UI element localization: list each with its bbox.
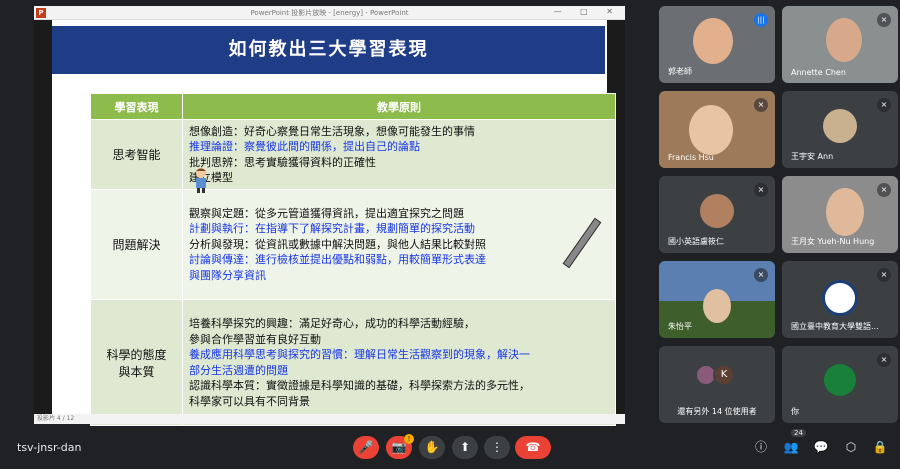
mic-off-icon: 🎤 <box>358 440 374 454</box>
mic-off-icon: ⨯ <box>877 98 891 112</box>
row-content: 觀察與定題：從多元管道獲得資訊，提出適宜探究之問題 計劃與執行：在指導下了解探究… <box>182 189 616 300</box>
participant-avatar-initial: K <box>713 364 735 386</box>
row-label-text: 科學的態度與本質 <box>106 347 167 379</box>
participant-avatar <box>700 194 734 228</box>
hand-icon: ✋ <box>424 440 440 454</box>
self-tile[interactable]: ⨯ 你 <box>782 346 898 423</box>
window-controls[interactable]: — □ ✕ <box>554 7 621 16</box>
content-line: 認識科學本質：實徵證據是科學知識的基礎，科學探索方法的多元性， <box>189 379 530 392</box>
participant-video <box>693 18 733 64</box>
table-header: 教學原則 <box>182 93 616 120</box>
content-line: 討論與傳達：進行檢核並提出優點和弱點，用較簡單形式表達 <box>189 253 486 267</box>
ppt-titlebar: P PowerPoint 投影片放映 - [energy] - PowerPoi… <box>34 6 625 20</box>
mic-off-icon: ⨯ <box>877 13 891 27</box>
participant-name: 王宇安 Ann <box>791 152 834 161</box>
table-row: 問題解決 觀察與定題：從多元管道獲得資訊，提出適宜探究之問題 計劃與執行：在指導… <box>90 189 616 300</box>
participant-name: 你 <box>791 407 799 416</box>
meeting-info-icon[interactable]: ⓘ <box>753 439 769 455</box>
leave-call-button[interactable]: ☎ <box>515 436 551 459</box>
participant-tile[interactable]: ||| 郭老師 <box>659 6 775 83</box>
more-participants-tile[interactable]: K 還有另外 14 位使用者 <box>659 346 775 423</box>
content-line: 觀察與定題：從多元管道獲得資訊，提出適宜探究之問題 <box>189 206 464 220</box>
content-line: 計劃與執行：在指導下了解探究計畫，規劃簡單的探究活動 <box>189 222 475 236</box>
university-logo-icon <box>822 280 858 316</box>
more-avatars: K <box>695 364 735 386</box>
content-line: 想像創造：好奇心察覺日常生活現象，想像可能發生的事情 <box>189 124 475 138</box>
mic-off-icon: ⨯ <box>877 268 891 282</box>
ppt-window-title: PowerPoint 投影片放映 - [energy] - PowerPoint <box>250 9 409 17</box>
meeting-code: tsv-jnsr-dan <box>17 441 82 454</box>
row-label: 科學的態度與本質 <box>90 299 183 426</box>
mic-off-icon: ⨯ <box>754 98 768 112</box>
participant-tile[interactable]: ⨯ 王宇安 Ann <box>782 91 898 168</box>
more-options-button[interactable]: ⋮ <box>484 436 510 459</box>
participant-tile[interactable]: ⨯ Francis Hsu <box>659 91 775 168</box>
participant-tile[interactable]: ⨯ 國立臺中教育大學雙語... <box>782 261 898 338</box>
slide-border-left <box>34 20 52 414</box>
table-header: 學習表現 <box>90 93 183 120</box>
participant-name: 郭老師 <box>668 67 692 76</box>
participant-count-badge: 24 <box>791 429 806 437</box>
activities-icon[interactable]: ⬡ <box>843 439 859 455</box>
raise-hand-button[interactable]: ✋ <box>419 436 445 459</box>
people-icon[interactable]: 👥 <box>783 439 799 455</box>
participant-name: 王月女 Yueh-Nu Hung <box>791 237 875 246</box>
participant-tile[interactable]: ⨯ 朱怡平 <box>659 261 775 338</box>
content-line: 分析與發現：從資訊或數據中解決問題，與他人結果比較對照 <box>189 237 486 251</box>
child-clipart-icon <box>196 168 206 193</box>
ppt-status-bar: 投影片 4 / 12 <box>34 414 625 424</box>
participant-tile[interactable]: ⨯ 國小英語盧筱仁 <box>659 176 775 253</box>
participant-video <box>826 18 862 62</box>
participant-video <box>826 188 864 236</box>
row-label: 問題解決 <box>90 189 183 300</box>
slide: 如何教出三大學習表現 學習表現 教學原則 思考智能 想像創造：好奇心察覺日常生活… <box>34 20 625 426</box>
mic-off-icon: ⨯ <box>877 183 891 197</box>
mic-off-icon: ⨯ <box>754 183 768 197</box>
learning-table: 學習表現 教學原則 思考智能 想像創造：好奇心察覺日常生活現象，想像可能發生的事… <box>90 93 616 426</box>
content-line: 養成應用科學思考與探究的習慣：理解日常生活觀察到的現象，解決一 <box>189 348 530 361</box>
participant-name: 朱怡平 <box>668 322 692 331</box>
alert-badge: ! <box>404 434 414 444</box>
chat-icon[interactable]: 💬 <box>813 439 829 455</box>
participant-tile[interactable]: ⨯ 王月女 Yueh-Nu Hung <box>782 176 898 253</box>
participant-video <box>689 105 733 155</box>
participant-video <box>703 289 731 323</box>
table-row: 科學的態度與本質 培養科學探究的興趣：滿足好奇心，成功的科學活動經驗， 參與合作… <box>90 299 616 426</box>
participant-name: Annette Chen <box>791 68 846 77</box>
table-row: 思考智能 想像創造：好奇心察覺日常生活現象，想像可能發生的事情 推理論證：察覺彼… <box>90 119 616 190</box>
speaking-icon: ||| <box>754 13 768 27</box>
row-label: 思考智能 <box>90 119 183 190</box>
participant-name: 國立臺中教育大學雙語... <box>791 322 879 331</box>
more-vert-icon: ⋮ <box>491 440 503 454</box>
participant-name: Francis Hsu <box>668 153 714 162</box>
content-line: 推理論證：察覺彼此間的關係，提出自己的論點 <box>189 140 420 153</box>
slide-title: 如何教出三大學習表現 <box>52 26 605 74</box>
more-participants-label: 還有另外 14 位使用者 <box>677 407 757 416</box>
participant-avatar <box>823 109 857 143</box>
presentation-window: P PowerPoint 投影片放映 - [energy] - PowerPoi… <box>34 6 625 426</box>
participant-name: 國小英語盧筱仁 <box>668 237 724 246</box>
row-content: 培養科學探究的興趣：滿足好奇心，成功的科學活動經驗， 參與合作學習並有良好互動 … <box>182 299 616 426</box>
content-line: 批判思辨：思考實驗獲得資料的正確性 <box>189 155 376 169</box>
content-line: 與團隊分享資訊 <box>189 268 266 282</box>
participant-tile[interactable]: ⨯ Annette Chen <box>782 6 898 83</box>
content-line: 參與合作學習並有良好互動 <box>189 332 321 346</box>
content-line: 建立模型 <box>189 171 233 184</box>
present-screen-icon: ⬆ <box>459 440 471 454</box>
present-button[interactable]: ⬆ <box>452 436 478 459</box>
mic-toggle-button[interactable]: 🎤 <box>353 436 379 459</box>
row-content: 想像創造：好奇心察覺日常生活現象，想像可能發生的事情 推理論證：察覺彼此間的關係… <box>182 119 616 190</box>
mic-off-icon: ⨯ <box>877 353 891 367</box>
phone-hangup-icon: ☎ <box>525 440 541 454</box>
host-controls-lock-icon[interactable]: 🔒 <box>872 439 888 455</box>
content-line: 部分生活週遭的問題 <box>189 363 288 377</box>
content-line: 培養科學探究的興趣：滿足好奇心，成功的科學活動經驗， <box>189 317 475 330</box>
self-avatar <box>824 364 856 396</box>
content-line: 科學家可以具有不同背景 <box>189 394 310 408</box>
mic-off-icon: ⨯ <box>754 268 768 282</box>
